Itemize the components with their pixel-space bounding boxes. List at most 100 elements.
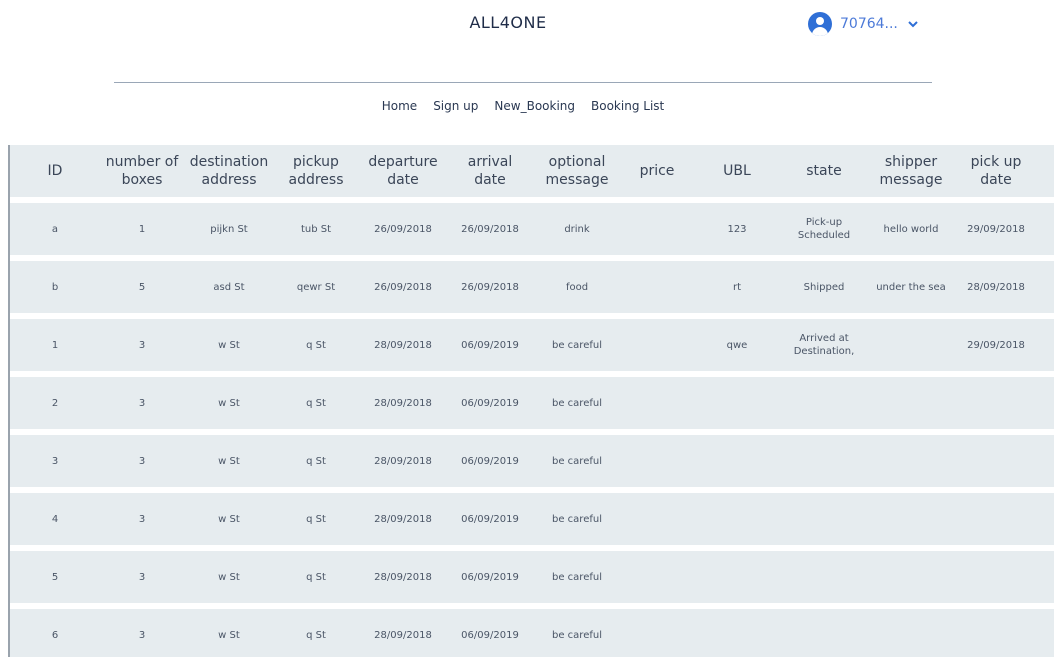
cell-message: be careful	[552, 397, 602, 409]
cell-arrival: 06/09/2019	[461, 397, 519, 409]
cell-arrival: 06/09/2019	[461, 339, 519, 351]
cell-departure: 28/09/2018	[374, 397, 432, 409]
cell-departure: 28/09/2018	[374, 513, 432, 525]
cell-state: Pick-up Scheduled	[797, 217, 851, 241]
booking-table: ID number of boxes destination address p…	[8, 145, 1054, 657]
page: ALL4ONE 70764... Home Sign up New_Bookin…	[0, 0, 1054, 657]
cell-message: be careful	[552, 455, 602, 467]
cell-boxes: 3	[138, 571, 146, 583]
column-header-price: price	[639, 163, 675, 179]
table-row[interactable]: 1 3 w St q St 28/09/2018 06/09/2019 be c…	[10, 319, 1054, 371]
header-divider	[114, 82, 932, 83]
cell-id: 4	[51, 513, 59, 525]
cell-id: 1	[51, 339, 59, 351]
table-row[interactable]: 4 3 w St q St 28/09/2018 06/09/2019 be c…	[10, 493, 1054, 545]
cell-departure: 28/09/2018	[374, 629, 432, 641]
cell-pickup: q St	[306, 629, 326, 641]
table-row[interactable]: 2 3 w St q St 28/09/2018 06/09/2019 be c…	[10, 377, 1054, 429]
cell-destination: w St	[218, 571, 240, 583]
cell-arrival: 06/09/2019	[461, 629, 519, 641]
table-row[interactable]: 6 3 w St q St 28/09/2018 06/09/2019 be c…	[10, 609, 1054, 657]
cell-destination: w St	[218, 455, 240, 467]
cell-arrival: 26/09/2018	[461, 281, 519, 293]
column-header-destination: destination address	[189, 154, 269, 188]
cell-destination: w St	[218, 513, 240, 525]
cell-id: 3	[51, 455, 59, 467]
cell-message: be careful	[552, 339, 602, 351]
cell-pickup-date: 28/09/2018	[967, 281, 1025, 293]
column-header-state: state	[806, 163, 842, 179]
nav-booking-list[interactable]: Booking List	[591, 99, 664, 113]
table-row[interactable]: 5 3 w St q St 28/09/2018 06/09/2019 be c…	[10, 551, 1054, 603]
cell-boxes: 3	[138, 513, 146, 525]
cell-id: a	[51, 223, 59, 235]
cell-id: 5	[51, 571, 59, 583]
cell-message: be careful	[552, 513, 602, 525]
user-name[interactable]: 70764...	[840, 16, 898, 32]
cell-arrival: 26/09/2018	[461, 223, 519, 235]
cell-id: 6	[51, 629, 59, 641]
cell-departure: 28/09/2018	[374, 571, 432, 583]
cell-pickup: q St	[306, 513, 326, 525]
cell-id: b	[51, 281, 59, 293]
cell-destination: w St	[218, 397, 240, 409]
cell-destination: asd St	[213, 281, 245, 293]
cell-message: drink	[564, 223, 590, 235]
cell-pickup: q St	[306, 397, 326, 409]
table-row[interactable]: b 5 asd St qewr St 26/09/2018 26/09/2018…	[10, 261, 1054, 313]
nav-new-booking[interactable]: New_Booking	[494, 99, 575, 113]
chevron-down-icon[interactable]	[906, 17, 920, 31]
table-row[interactable]: 3 3 w St q St 28/09/2018 06/09/2019 be c…	[10, 435, 1054, 487]
cell-arrival: 06/09/2019	[461, 455, 519, 467]
column-header-arrival: arrival date	[467, 154, 513, 188]
cell-boxes: 3	[138, 339, 146, 351]
column-header-departure: departure date	[368, 154, 438, 188]
cell-destination: w St	[218, 629, 240, 641]
cell-departure: 28/09/2018	[374, 339, 432, 351]
user-avatar-icon[interactable]	[808, 12, 832, 36]
nav-sign-up[interactable]: Sign up	[433, 99, 478, 113]
table-row[interactable]: a 1 pijkn St tub St 26/09/2018 26/09/201…	[10, 203, 1054, 255]
cell-departure: 26/09/2018	[374, 223, 432, 235]
cell-pickup: tub St	[300, 223, 332, 235]
table-header-row: ID number of boxes destination address p…	[10, 145, 1054, 197]
cell-boxes: 5	[138, 281, 146, 293]
column-header-message: optional message	[545, 154, 609, 188]
cell-boxes: 3	[138, 455, 146, 467]
nav-home[interactable]: Home	[382, 99, 417, 113]
column-header-boxes: number of boxes	[105, 154, 179, 188]
cell-id: 2	[51, 397, 59, 409]
cell-state: Arrived at Destination,	[793, 333, 855, 357]
cell-message: food	[565, 281, 589, 293]
column-header-id: ID	[47, 163, 63, 179]
user-menu[interactable]: 70764...	[808, 12, 920, 36]
main-nav: Home Sign up New_Booking Booking List	[0, 99, 1046, 113]
cell-boxes: 3	[138, 397, 146, 409]
cell-boxes: 3	[138, 629, 146, 641]
cell-arrival: 06/09/2019	[461, 513, 519, 525]
cell-pickup: qewr St	[296, 281, 336, 293]
cell-message: be careful	[552, 571, 602, 583]
cell-boxes: 1	[138, 223, 146, 235]
cell-state: Shipped	[803, 281, 845, 293]
column-header-pickup: pickup address	[288, 154, 344, 188]
cell-pickup: q St	[306, 571, 326, 583]
cell-shipper-message: hello world	[883, 223, 939, 235]
cell-destination: pijkn St	[210, 223, 248, 235]
cell-message: be careful	[552, 629, 602, 641]
cell-ubl: rt	[732, 281, 742, 293]
cell-pickup: q St	[306, 339, 326, 351]
cell-departure: 28/09/2018	[374, 455, 432, 467]
cell-destination: w St	[218, 339, 240, 351]
column-header-pickup-date: pick up date	[970, 154, 1022, 188]
cell-departure: 26/09/2018	[374, 281, 432, 293]
cell-arrival: 06/09/2019	[461, 571, 519, 583]
cell-shipper-message: under the sea	[876, 281, 946, 293]
cell-pickup-date: 29/09/2018	[967, 339, 1025, 351]
cell-pickup: q St	[306, 455, 326, 467]
cell-ubl: 123	[727, 223, 747, 235]
cell-pickup-date: 29/09/2018	[967, 223, 1025, 235]
column-header-ubl: UBL	[723, 163, 751, 179]
column-header-shipper-message: shipper message	[879, 154, 943, 188]
cell-ubl: qwe	[726, 339, 748, 351]
